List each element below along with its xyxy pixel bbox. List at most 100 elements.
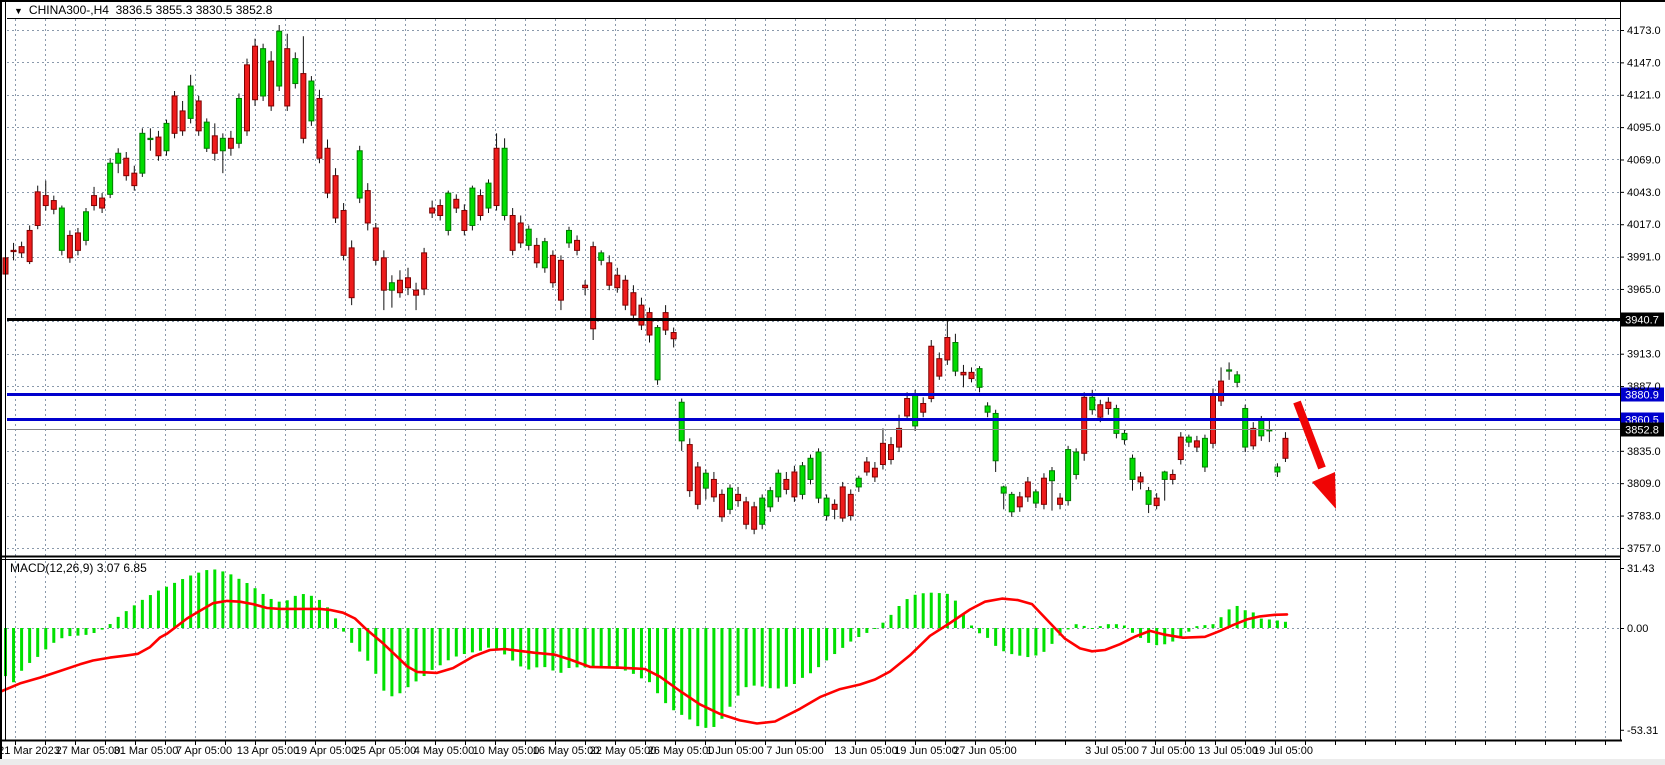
time-tick-label: 31 Mar 05:00	[114, 745, 179, 757]
candle	[848, 494, 853, 515]
price-tick-label: 4069.0	[1627, 154, 1661, 166]
candle	[1098, 405, 1103, 417]
time-tick-label: 3 Jul 05:00	[1085, 745, 1139, 757]
candle	[196, 101, 201, 131]
candle	[945, 338, 950, 360]
candle	[840, 487, 845, 518]
candle	[752, 507, 757, 529]
candle	[1227, 370, 1232, 371]
candle	[1219, 381, 1224, 401]
candle	[1130, 458, 1135, 479]
candle	[293, 59, 298, 84]
candle	[937, 359, 942, 376]
price-tick-label: 3783.0	[1627, 511, 1661, 523]
candle	[913, 394, 918, 426]
time-tick-label: 13 Apr 05:00	[237, 745, 299, 757]
candle	[1082, 397, 1087, 453]
candle	[285, 49, 290, 106]
candle	[35, 192, 40, 226]
candle	[389, 283, 394, 290]
time-tick-label: 13 Jun 05:00	[834, 745, 898, 757]
candle	[253, 46, 258, 100]
candle	[454, 199, 459, 208]
candle	[623, 280, 628, 305]
candle	[977, 369, 982, 388]
candle	[51, 201, 56, 210]
time-tick-label: 19 Jul 05:00	[1253, 745, 1313, 757]
candle	[1017, 497, 1022, 507]
candle	[687, 445, 692, 491]
candle	[1162, 472, 1167, 479]
candle	[124, 158, 129, 175]
candle	[599, 253, 604, 260]
candle	[132, 173, 137, 185]
time-tick-label: 7 Jul 05:00	[1141, 745, 1195, 757]
candle	[961, 372, 966, 374]
time-tick-label: 7 Apr 05:00	[176, 745, 232, 757]
macd-indicator-values: 3.07 6.85	[97, 561, 147, 575]
candle	[11, 250, 16, 251]
candle	[567, 230, 572, 242]
candle	[486, 183, 491, 208]
macd-tick-label: -53.31	[1627, 725, 1658, 737]
macd-tick-label: 31.43	[1627, 563, 1655, 575]
candle	[647, 313, 652, 335]
candle	[744, 502, 749, 524]
candle	[204, 122, 209, 148]
price-tick-label: 4147.0	[1627, 57, 1661, 69]
price-tick-label: 3809.0	[1627, 478, 1661, 490]
candle	[1275, 467, 1280, 472]
chart-title: ▼CHINA300-,H4 3836.5 3855.3 3830.5 3852.…	[14, 3, 272, 17]
candle	[1066, 450, 1071, 501]
candle	[1251, 428, 1256, 445]
time-tick-label: 25 Apr 05:00	[354, 745, 416, 757]
candle	[1009, 494, 1014, 511]
price-badge-label: 3940.7	[1625, 315, 1659, 327]
candle	[639, 305, 644, 325]
time-tick-label: 4 May 05:00	[414, 745, 475, 757]
candle	[43, 196, 48, 206]
candle	[591, 247, 596, 329]
price-tick-label: 3991.0	[1627, 252, 1661, 264]
candle	[1186, 437, 1191, 442]
time-tick-label: 26 May 05:00	[648, 745, 715, 757]
time-tick-label: 13 Jul 05:00	[1198, 745, 1258, 757]
symbol-menu-icon[interactable]: ▼	[14, 6, 23, 16]
candle	[1025, 482, 1030, 497]
candle	[832, 504, 837, 509]
candle	[430, 208, 435, 213]
candle	[84, 212, 89, 241]
candle	[905, 399, 910, 416]
candle	[1283, 438, 1288, 458]
candle	[655, 328, 660, 380]
candle	[373, 228, 378, 260]
candle	[1138, 477, 1143, 482]
candle	[92, 196, 97, 206]
candle	[462, 211, 467, 231]
candle	[921, 404, 926, 413]
time-tick-label: 27 Mar 05:00	[56, 745, 121, 757]
candle	[381, 258, 386, 290]
candle	[856, 478, 861, 487]
candle	[1090, 397, 1095, 409]
candle	[1235, 375, 1240, 382]
time-tick-label: 21 Mar 2023	[0, 745, 60, 757]
macd-tick-label: 0.00	[1627, 623, 1648, 635]
candle	[164, 123, 169, 150]
candle	[880, 443, 885, 464]
price-tick-label: 4121.0	[1627, 90, 1661, 102]
candle	[100, 198, 105, 208]
candle	[269, 61, 274, 106]
candle	[349, 248, 354, 298]
candle	[325, 148, 330, 193]
candle	[808, 458, 813, 479]
candle	[422, 253, 427, 289]
candle	[776, 473, 781, 497]
candle	[558, 260, 563, 300]
macd-indicator-label: MACD(12,26,9) 3.07 6.85	[10, 561, 147, 575]
candle	[494, 148, 499, 205]
chart-canvas[interactable]: 3940.73880.93860.53852.84173.04147.04121…	[0, 0, 1665, 765]
candle	[864, 462, 869, 472]
candle	[317, 98, 322, 158]
candle	[212, 136, 217, 153]
